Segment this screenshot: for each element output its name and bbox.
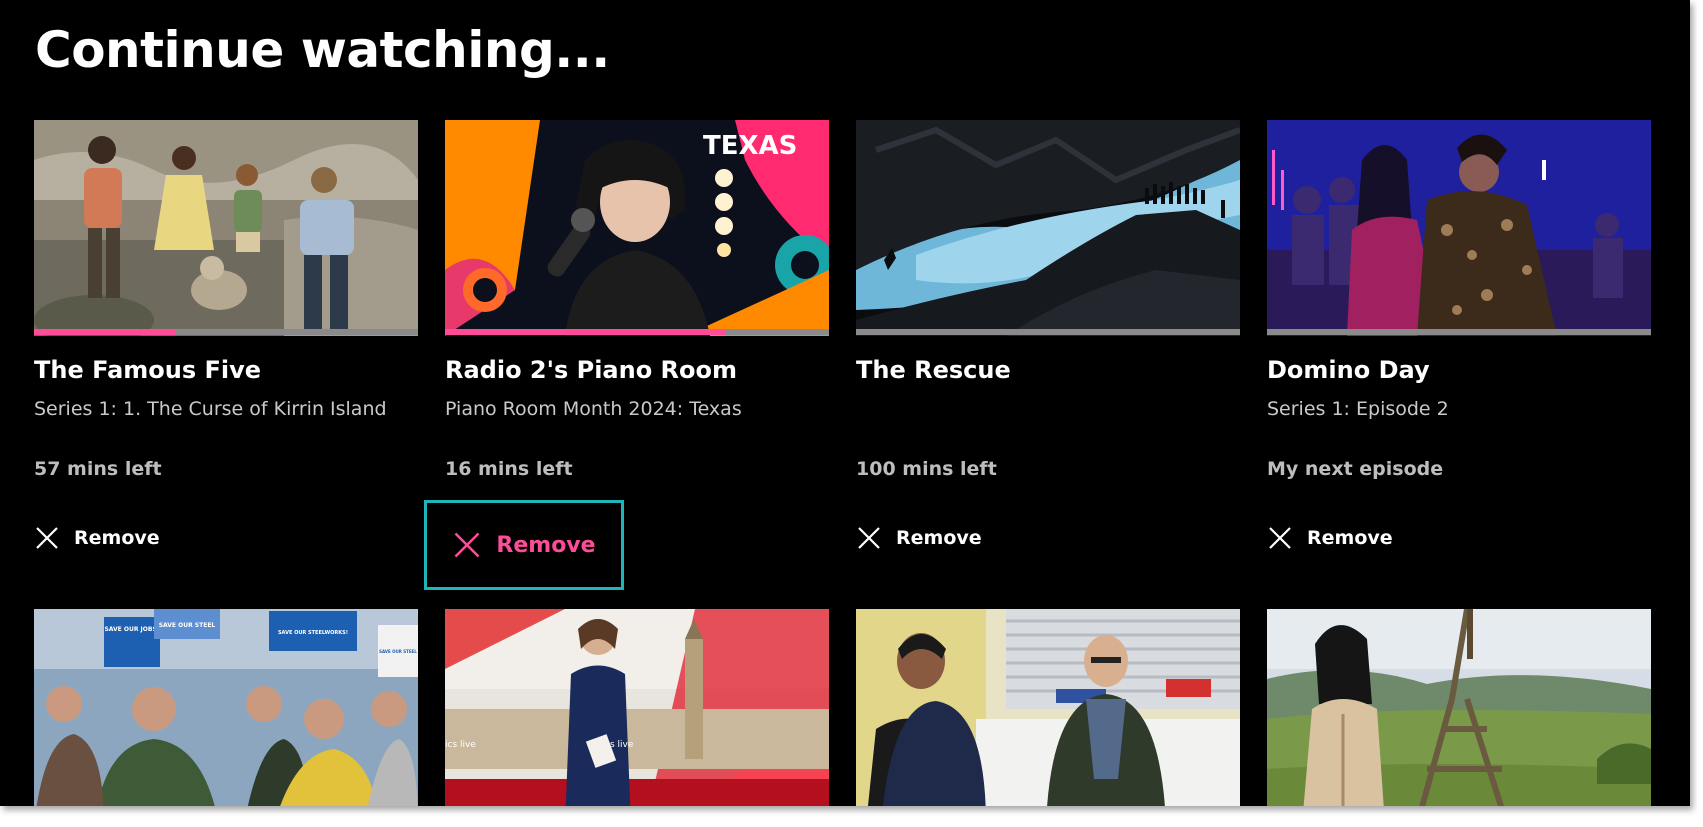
- continue-watching-section: Continue watching... The Famous Five Ser…: [0, 0, 1690, 806]
- thumbnail-office[interactable]: [856, 609, 1240, 806]
- remove-label: Remove: [896, 527, 982, 549]
- remove-button[interactable]: Remove: [856, 520, 982, 556]
- thumbnail-politics-live[interactable]: ics live s live: [445, 609, 829, 806]
- protest-sign: SAVE OUR STEELWORKS!: [278, 630, 348, 636]
- close-icon: [454, 532, 480, 558]
- thumbnail-domino-day[interactable]: [1267, 120, 1651, 336]
- protest-sign: SAVE OUR STEEL: [159, 622, 216, 629]
- progress-bar: [445, 329, 829, 335]
- protest-sign: SAVE OUR STEEL: [379, 649, 417, 654]
- card-status: My next episode: [1267, 458, 1444, 480]
- progress-bar: [856, 329, 1240, 335]
- close-icon: [36, 527, 58, 549]
- progress-bar-fill: [445, 329, 726, 335]
- card-status: 16 mins left: [445, 458, 573, 480]
- remove-label: Remove: [1307, 527, 1393, 549]
- card-subtitle: Series 1: 1. The Curse of Kirrin Island: [34, 398, 387, 420]
- thumbnail-the-rescue[interactable]: [856, 120, 1240, 336]
- progress-bar-fill: [34, 329, 177, 335]
- card-status: 57 mins left: [34, 458, 162, 480]
- card-title: Domino Day: [1267, 356, 1430, 384]
- progress-bar: [34, 329, 418, 335]
- card-subtitle: Series 1: Episode 2: [1267, 398, 1449, 420]
- remove-button[interactable]: Remove: [1267, 520, 1393, 556]
- card-title: The Famous Five: [34, 356, 262, 384]
- on-screen-graphic: s live: [610, 740, 634, 750]
- close-icon: [1269, 527, 1291, 549]
- card-title: Radio 2's Piano Room: [445, 356, 738, 384]
- progress-bar: [1267, 329, 1651, 335]
- card-status: 100 mins left: [856, 458, 997, 480]
- card-subtitle: Piano Room Month 2024: Texas: [445, 398, 742, 420]
- remove-label: Remove: [496, 532, 596, 558]
- thumbnail-piano-room[interactable]: TEXAS: [445, 120, 829, 336]
- section-heading: Continue watching...: [35, 21, 610, 79]
- remove-label: Remove: [74, 527, 160, 549]
- thumbnail-countryside[interactable]: [1267, 609, 1651, 806]
- thumbnail-protest[interactable]: SAVE OUR JOBS! SAVE OUR STEEL SAVE OUR S…: [34, 609, 418, 806]
- card-title: The Rescue: [856, 356, 1011, 384]
- remove-button-focused[interactable]: Remove: [424, 500, 624, 590]
- protest-sign: SAVE OUR JOBS!: [104, 626, 159, 633]
- thumbnail-text: TEXAS: [703, 131, 797, 161]
- thumbnail-famous-five[interactable]: [34, 120, 418, 336]
- remove-button[interactable]: Remove: [34, 520, 160, 556]
- close-icon: [858, 527, 880, 549]
- on-screen-graphic: ics live: [445, 740, 476, 750]
